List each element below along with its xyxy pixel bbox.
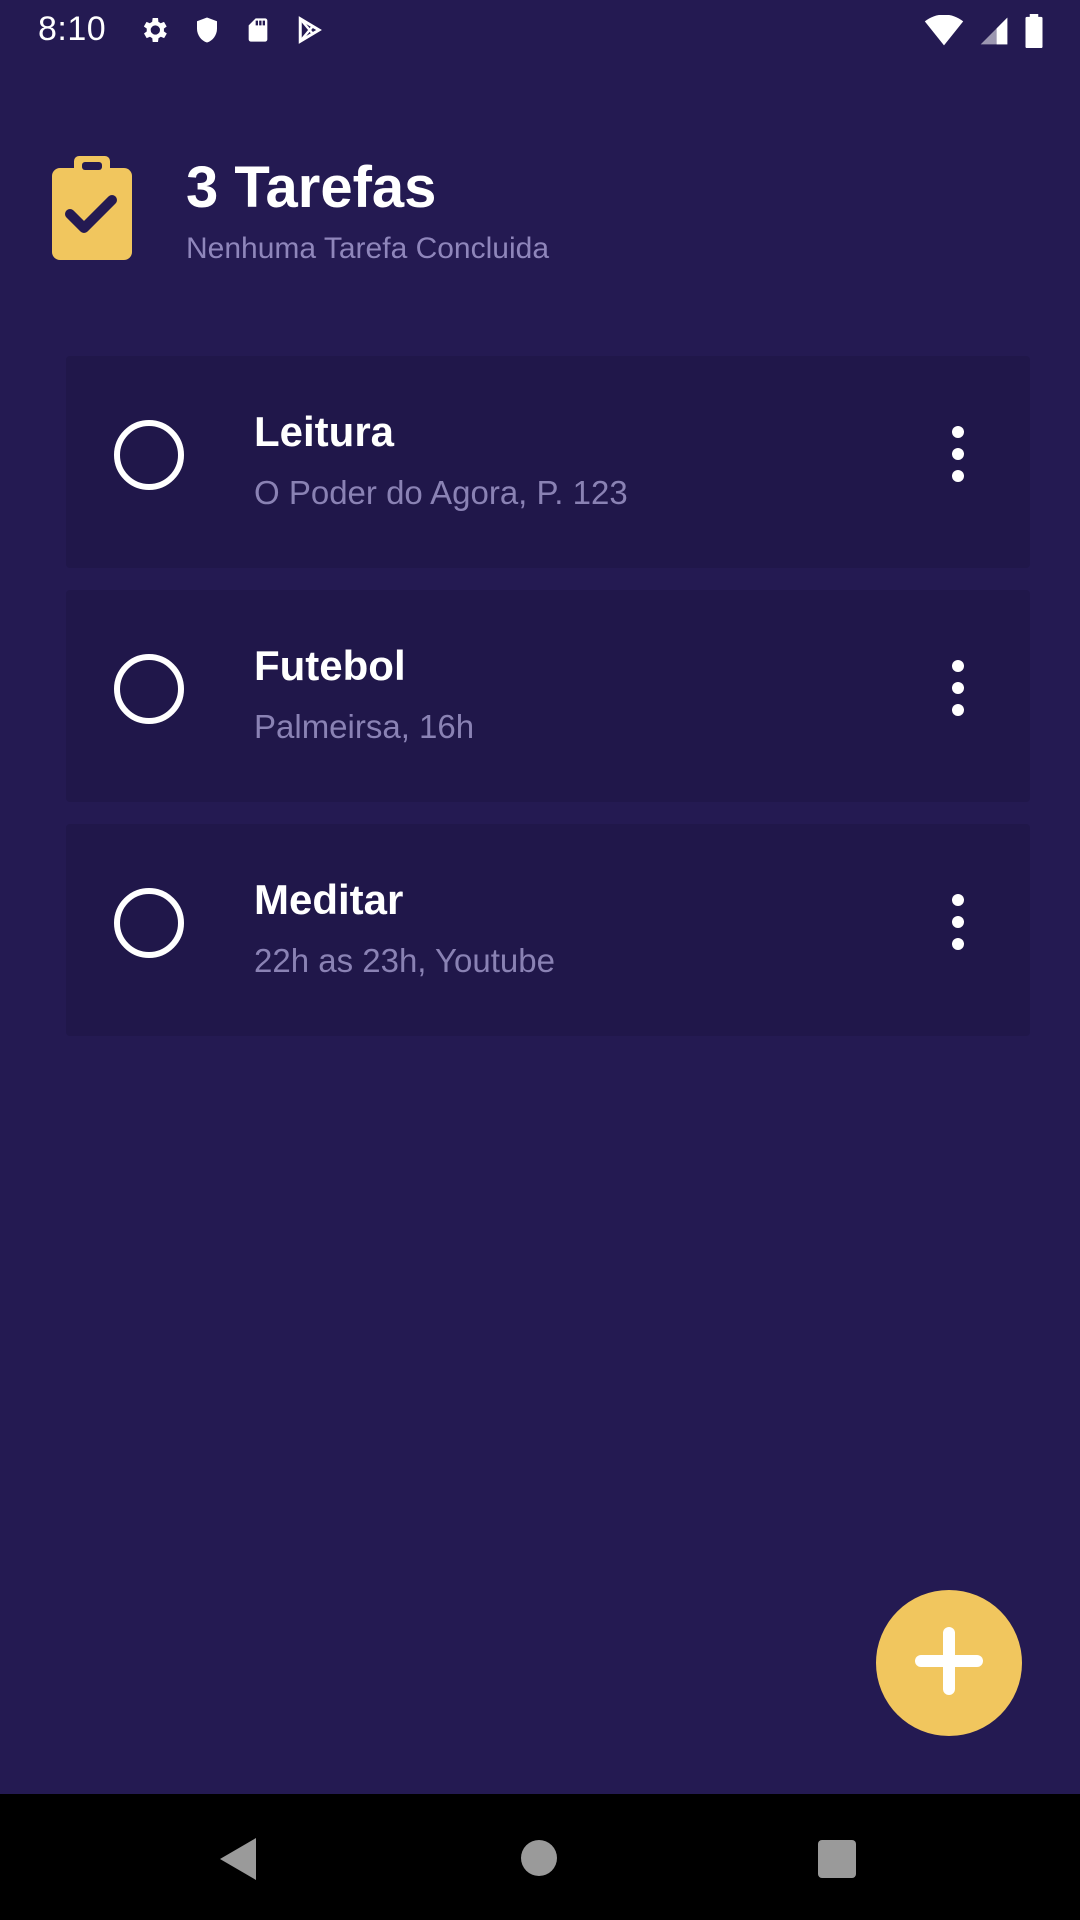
screen: 8:10 3 Tarefas Nenhuma Tarefa Concluida … [0,0,1080,1920]
task-list: Leitura O Poder do Agora, P. 123 Futebol… [66,356,1030,1058]
signal-icon [978,15,1010,52]
navigation-bar [0,1794,1080,1920]
notification-icons [138,14,324,46]
page-subtitle: Nenhuma Tarefa Concluida [186,232,550,265]
task-item[interactable]: Leitura O Poder do Agora, P. 123 [66,356,1030,568]
shield-icon [192,14,222,46]
task-description: Palmeirsa, 16h [254,708,475,745]
wifi-icon [924,14,964,52]
battery-icon [1024,14,1044,53]
back-icon[interactable] [216,1836,258,1887]
more-vert-icon[interactable] [942,660,974,716]
task-item[interactable]: Futebol Palmeirsa, 16h [66,590,1030,802]
task-description: O Poder do Agora, P. 123 [254,474,628,511]
task-title: Futebol [254,642,406,689]
plus-icon [909,1621,989,1706]
more-vert-icon[interactable] [942,426,974,482]
task-checkbox[interactable] [114,888,184,958]
header: 3 Tarefas Nenhuma Tarefa Concluida [0,150,1080,280]
clipboard-check-icon [52,156,132,260]
sd-card-icon [244,14,272,46]
page-title: 3 Tarefas [186,155,437,220]
gear-icon [138,14,170,46]
status-bar: 8:10 [0,0,1080,64]
task-checkbox[interactable] [114,654,184,724]
task-checkbox[interactable] [114,420,184,490]
home-icon[interactable] [521,1840,557,1876]
task-item[interactable]: Meditar 22h as 23h, Youtube [66,824,1030,1036]
task-title: Leitura [254,408,395,455]
add-task-button[interactable] [876,1590,1022,1736]
system-icons [924,14,1044,53]
task-description: 22h as 23h, Youtube [254,942,555,979]
more-vert-icon[interactable] [942,894,974,950]
status-time: 8:10 [38,10,107,48]
task-title: Meditar [254,876,404,923]
play-store-icon [294,14,324,46]
recents-icon[interactable] [818,1840,856,1878]
